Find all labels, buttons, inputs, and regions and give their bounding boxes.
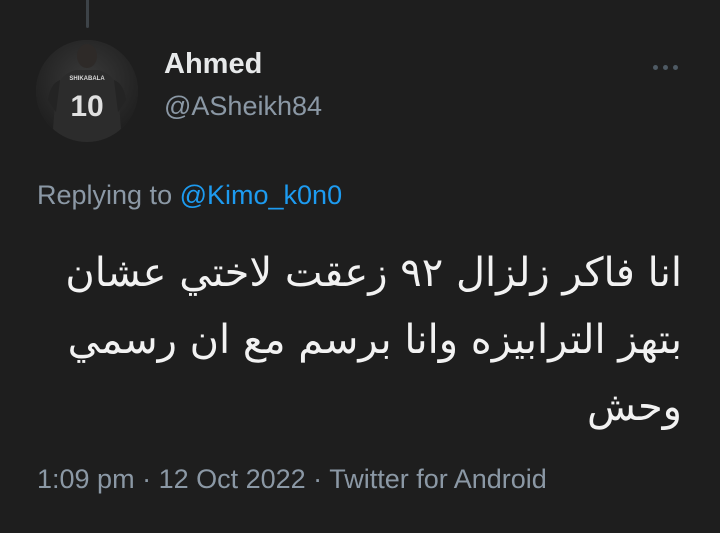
- tweet-time[interactable]: 1:09 pm: [37, 464, 135, 494]
- tweet-text-line: وحش: [586, 384, 682, 430]
- more-options-button[interactable]: [644, 52, 686, 82]
- tweet-text: انا فاكر زلزال ٩٢ زعقت لاختي عشان بتهز ا…: [37, 240, 682, 441]
- meta-separator: ·: [134, 464, 159, 494]
- meta-separator: ·: [305, 464, 330, 494]
- replying-to-prefix: Replying to: [37, 180, 180, 210]
- author-handle[interactable]: @ASheikh84: [164, 91, 322, 122]
- more-dot-icon: [652, 64, 658, 70]
- reply-mention-link[interactable]: @Kimo_k0n0: [180, 180, 343, 210]
- tweet-source-link[interactable]: Twitter for Android: [329, 464, 547, 494]
- jersey-name-label: SHIKABALA: [69, 76, 105, 82]
- more-dot-icon: [662, 64, 668, 70]
- jersey-number-label: 10: [70, 90, 103, 123]
- avatar[interactable]: SHIKABALA 10: [36, 40, 138, 142]
- thread-connector-line: [86, 0, 89, 28]
- tweet-text-line: انا فاكر زلزال ٩٢ زعقت لاختي عشان: [65, 250, 682, 296]
- replying-to-line: Replying to @Kimo_k0n0: [37, 180, 342, 211]
- tweet-date[interactable]: 12 Oct 2022: [159, 464, 306, 494]
- avatar-player-jersey-icon: SHIKABALA 10: [36, 40, 138, 142]
- tweet-text-line: بتهز الترابيزه وانا برسم مع ان رسمي: [67, 317, 682, 363]
- author-display-name[interactable]: Ahmed: [164, 48, 262, 81]
- tweet-metadata: 1:09 pm · 12 Oct 2022 · Twitter for Andr…: [37, 464, 547, 495]
- more-dot-icon: [672, 64, 678, 70]
